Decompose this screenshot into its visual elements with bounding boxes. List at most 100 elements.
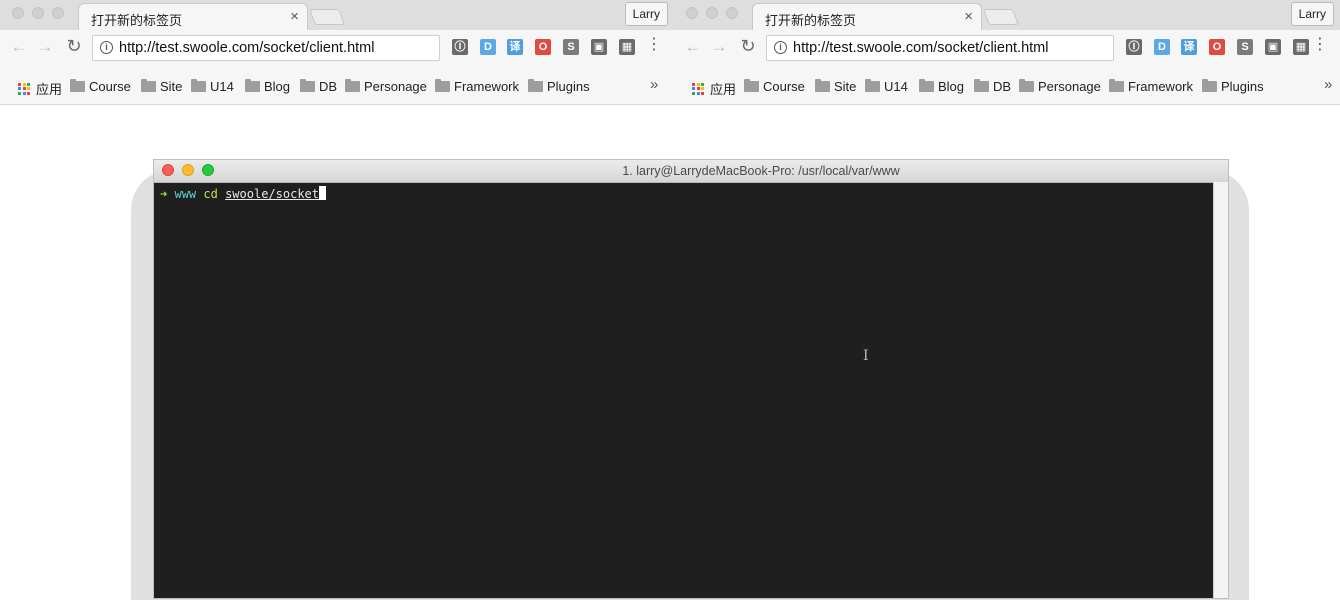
terminal-line: ➜ www cd swoole/socket	[160, 186, 1208, 201]
s-icon[interactable]: S	[563, 39, 579, 55]
text-cursor	[319, 186, 326, 200]
bookmark-apps[interactable]: 应用	[18, 79, 62, 98]
translate-icon[interactable]: 译	[507, 39, 523, 55]
bookmark-course[interactable]: Course	[744, 79, 805, 94]
bookmark-label: Plugins	[547, 79, 590, 94]
profile-button[interactable]: Larry	[624, 2, 668, 26]
terminal-window[interactable]: 1. larry@LarrydeMacBook-Pro: /usr/local/…	[153, 159, 1229, 599]
dashlane-icon[interactable]: Ⓘ	[452, 39, 468, 55]
forward-arrow-icon[interactable]: →	[709, 37, 729, 57]
address-bar[interactable]: i http://test.swoole.com/socket/client.h…	[92, 35, 440, 61]
prompt-arrow-icon: ➜	[160, 187, 168, 201]
terminal-scrollbar[interactable]	[1213, 182, 1228, 598]
bookmark-label: 应用	[36, 82, 63, 97]
back-arrow-icon[interactable]: ←	[9, 37, 29, 57]
tab-title: 打开新的标签页	[765, 14, 857, 29]
ghost-icon[interactable]: ▣	[1265, 39, 1281, 55]
folder-icon	[191, 79, 206, 92]
bookmarks-overflow-icon[interactable]: »	[650, 76, 658, 93]
bookmark-label: DB	[993, 79, 1012, 94]
info-icon[interactable]: i	[774, 41, 787, 54]
bookmark-course[interactable]: Course	[70, 79, 131, 94]
back-arrow-icon[interactable]: ←	[683, 37, 703, 57]
forward-arrow-icon[interactable]: →	[35, 37, 55, 57]
info-icon[interactable]: i	[100, 41, 113, 54]
folder-icon	[245, 79, 260, 92]
bookmark-label: 应用	[710, 82, 737, 97]
address-bar[interactable]: i http://test.swoole.com/socket/client.h…	[766, 35, 1114, 61]
bookmark-label: Framework	[454, 79, 520, 94]
reload-icon[interactable]: ↻	[64, 36, 84, 57]
bookmark-blog[interactable]: Blog	[245, 79, 290, 94]
new-tab-button[interactable]	[983, 9, 1019, 25]
close-window-button[interactable]	[686, 7, 698, 19]
maximize-window-button[interactable]	[52, 7, 64, 19]
ghost-icon[interactable]: ▣	[591, 39, 607, 55]
tab-new-tab[interactable]: 打开新的标签页 ×	[752, 3, 982, 30]
bookmark-personage[interactable]: Personage	[345, 79, 427, 94]
minimize-window-button[interactable]	[32, 7, 44, 19]
tab-new-tab[interactable]: 打开新的标签页 ×	[78, 3, 308, 30]
bookmarks-overflow-icon[interactable]: »	[1324, 76, 1332, 93]
s-icon[interactable]: S	[1237, 39, 1253, 55]
dashlane-icon[interactable]: Ⓘ	[1126, 39, 1142, 55]
bookmark-apps[interactable]: 应用	[692, 79, 736, 98]
terminal-titlebar[interactable]: 1. larry@LarrydeMacBook-Pro: /usr/local/…	[154, 160, 1228, 183]
bookmark-plugins[interactable]: Plugins	[1202, 79, 1264, 94]
adblock-icon[interactable]: O	[1209, 39, 1225, 55]
bookmark-site[interactable]: Site	[141, 79, 182, 94]
menu-dots-icon[interactable]: ⋮	[1312, 37, 1328, 53]
folder-icon	[1202, 79, 1217, 92]
close-window-button[interactable]	[12, 7, 24, 19]
bookmark-personage[interactable]: Personage	[1019, 79, 1101, 94]
adblock-icon[interactable]: O	[535, 39, 551, 55]
bookmark-framework[interactable]: Framework	[435, 79, 519, 94]
bookmark-blog[interactable]: Blog	[919, 79, 964, 94]
bookmark-label: U14	[210, 79, 234, 94]
bookmark-db[interactable]: DB	[974, 79, 1011, 94]
tab-strip: 打开新的标签页 × Larry	[674, 0, 1340, 30]
d-icon[interactable]: D	[1154, 39, 1170, 55]
bookmark-label: Site	[160, 79, 183, 94]
bookmark-label: Personage	[364, 79, 427, 94]
profile-button[interactable]: Larry	[1290, 2, 1334, 26]
window-controls	[12, 7, 64, 19]
ibeam-cursor-icon: I	[863, 348, 869, 364]
folder-icon	[1019, 79, 1034, 92]
d-icon[interactable]: D	[480, 39, 496, 55]
terminal-title: 1. larry@LarrydeMacBook-Pro: /usr/local/…	[622, 164, 900, 178]
url-text[interactable]: http://test.swoole.com/socket/client.htm…	[119, 40, 374, 56]
bookmark-u14[interactable]: U14	[191, 79, 234, 94]
translate-icon[interactable]: 译	[1181, 39, 1197, 55]
bookmark-db[interactable]: DB	[300, 79, 337, 94]
minimize-window-button[interactable]	[706, 7, 718, 19]
folder-icon	[919, 79, 934, 92]
new-tab-button[interactable]	[309, 9, 345, 25]
close-icon[interactable]: ×	[290, 8, 299, 25]
qr-icon[interactable]: ▦	[1293, 39, 1309, 55]
folder-icon	[435, 79, 450, 92]
bookmark-u14[interactable]: U14	[865, 79, 908, 94]
bookmark-framework[interactable]: Framework	[1109, 79, 1193, 94]
window-controls	[686, 7, 738, 19]
bookmark-label: Site	[834, 79, 857, 94]
apps-grid-icon	[692, 82, 704, 95]
menu-dots-icon[interactable]: ⋮	[646, 37, 662, 53]
close-icon[interactable]: ×	[964, 8, 973, 25]
reload-icon[interactable]: ↻	[738, 36, 758, 57]
bookmark-plugins[interactable]: Plugins	[528, 79, 590, 94]
bookmark-label: DB	[319, 79, 338, 94]
terminal-content[interactable]: ➜ www cd swoole/socket	[154, 182, 1214, 598]
folder-icon	[528, 79, 543, 92]
bookmark-site[interactable]: Site	[815, 79, 856, 94]
bookmark-label: Blog	[938, 79, 965, 94]
folder-icon	[70, 79, 85, 92]
folder-icon	[744, 79, 759, 92]
maximize-window-button[interactable]	[726, 7, 738, 19]
bookmarks-bar: 应用 Course Site U14 Blog DB Personage Framework P…	[674, 66, 1340, 105]
url-text[interactable]: http://test.swoole.com/socket/client.htm…	[793, 40, 1048, 56]
prompt-directory: www	[174, 187, 197, 201]
bookmark-label: Blog	[264, 79, 291, 94]
bookmark-label: U14	[884, 79, 908, 94]
qr-icon[interactable]: ▦	[619, 39, 635, 55]
